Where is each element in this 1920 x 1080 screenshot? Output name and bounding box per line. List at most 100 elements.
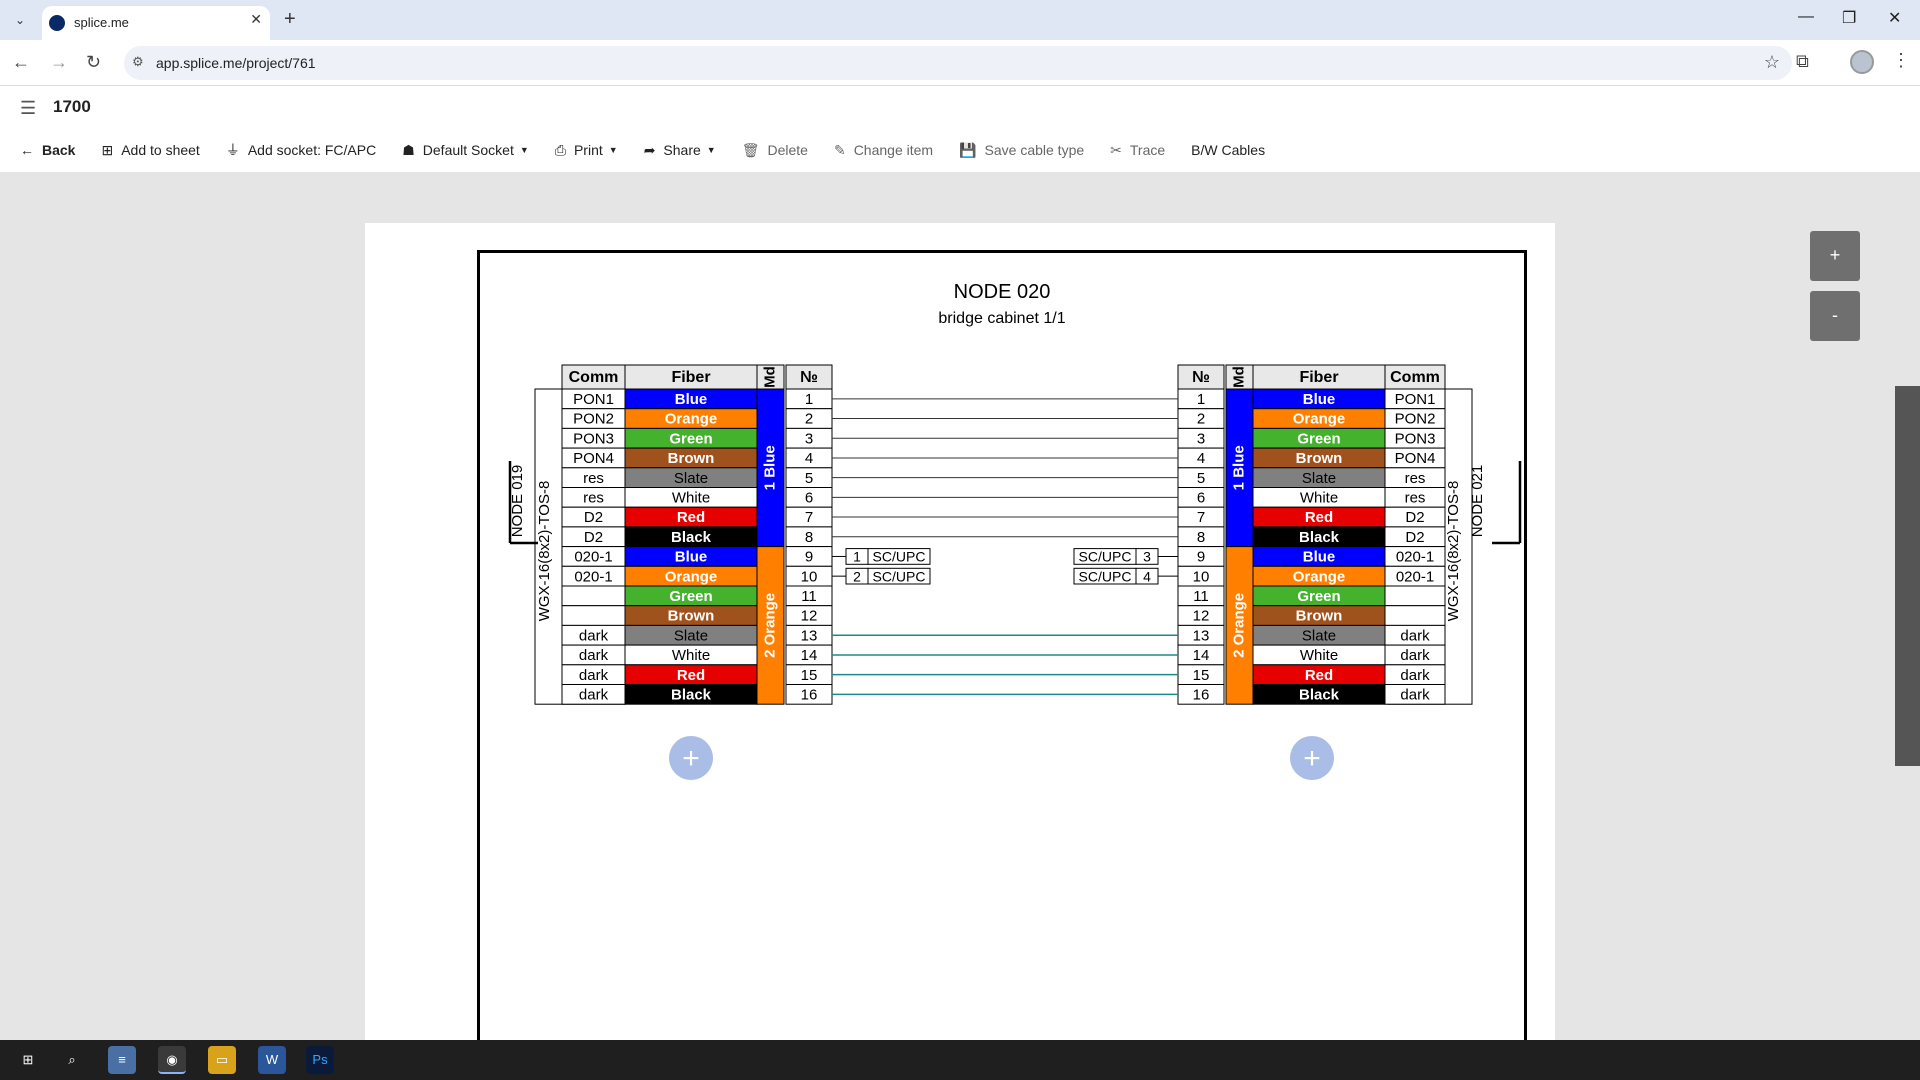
change-item-button[interactable]: ✎ Change item: [834, 142, 933, 159]
caret-down-icon: ▼: [706, 145, 716, 155]
fiber-number: 12: [1193, 608, 1210, 625]
share-dropdown[interactable]: ➦ Share ▼: [644, 142, 716, 159]
column-header: Fiber: [1299, 369, 1338, 386]
windows-start-icon[interactable]: ⊞: [14, 1046, 42, 1074]
comm-label: dark: [579, 647, 609, 664]
socket-type: SC/UPC: [873, 549, 926, 565]
fiber-label: Orange: [665, 568, 718, 585]
default-socket-dropdown[interactable]: ☗ Default Socket ▼: [402, 142, 529, 159]
comm-label: PON1: [573, 391, 614, 408]
url-text[interactable]: app.splice.me/project/761: [156, 55, 316, 71]
comm-cell: [561, 605, 626, 626]
trace-button[interactable]: ✂ Trace: [1110, 142, 1165, 159]
fiber-label: Green: [1297, 430, 1340, 447]
fiber-label: Blue: [675, 391, 708, 408]
close-icon[interactable]: ✕: [250, 11, 262, 28]
zoom-in-button[interactable]: +: [1810, 231, 1860, 281]
save-cable-type-button[interactable]: 💾 Save cable type: [959, 142, 1084, 159]
fiber-label: Brown: [1296, 450, 1343, 467]
add-to-sheet-button[interactable]: ⊞ Add to sheet: [101, 142, 199, 159]
fiber-label: Brown: [1296, 608, 1343, 625]
fiber-label: Red: [1305, 667, 1333, 684]
comm-label: dark: [579, 667, 609, 684]
browser-tab-strip: ⌄ splice.me ✕ + — ❐ ✕: [0, 0, 1920, 40]
comm-label: dark: [1400, 687, 1430, 704]
node-label: NODE 021: [1469, 465, 1486, 538]
fiber-number: 7: [805, 509, 813, 526]
photoshop-icon[interactable]: Ps: [306, 1046, 334, 1074]
zoom-out-button[interactable]: -: [1810, 291, 1860, 341]
notepad-icon[interactable]: ≡: [108, 1046, 136, 1074]
fiber-label: Orange: [665, 411, 718, 428]
column-header: №: [1192, 369, 1210, 386]
fiber-label: Slate: [1302, 627, 1336, 644]
chevron-down-icon[interactable]: ⌄: [8, 9, 32, 31]
trash-icon: 🗑: [741, 141, 760, 158]
delete-label: Delete: [767, 142, 808, 158]
socket-type: SC/UPC: [1079, 549, 1132, 565]
bw-cables-button[interactable]: B/W Cables: [1191, 142, 1265, 158]
address-bar-row: ← → ↻ ⚙ app.splice.me/project/761 ☆ ⧉ ⋮: [0, 40, 1920, 86]
minimize-icon[interactable]: —: [1798, 8, 1814, 26]
more-menu-icon[interactable]: ⋮: [1892, 50, 1910, 71]
forward-arrow-icon[interactable]: →: [50, 52, 68, 73]
bookmark-star-icon[interactable]: ☆: [1764, 52, 1780, 73]
word-icon[interactable]: W: [258, 1046, 286, 1074]
avatar[interactable]: [1850, 50, 1874, 74]
column-header: Comm: [1390, 369, 1440, 386]
back-arrow-icon[interactable]: ←: [12, 52, 30, 73]
comm-label: PON1: [1395, 391, 1436, 408]
print-dropdown[interactable]: ⎙ Print ▼: [555, 142, 618, 159]
cable-icon: ☰: [20, 98, 37, 118]
fiber-label: Slate: [674, 627, 708, 644]
fiber-number: 14: [1193, 647, 1210, 664]
scrollbar[interactable]: [1895, 386, 1920, 766]
fiber-number: 11: [1193, 588, 1209, 605]
fiber-number: 1: [1197, 391, 1205, 408]
site-favicon-icon: [49, 15, 65, 31]
comm-label: res: [583, 470, 604, 487]
diagram-title: NODE 020: [954, 281, 1051, 303]
fiber-label: Black: [1299, 529, 1340, 546]
delete-button[interactable]: 🗑 Delete: [742, 142, 808, 159]
splice-diagram: NODE 020 bridge cabinet 1/1 NODE 019 WGX-16…: [508, 281, 1522, 780]
app-header: ☰ 1700 ← Back ⊞ Add to sheet ⏚ Add socke…: [0, 86, 1920, 172]
fiber-number: 10: [801, 568, 818, 585]
fiber-label: Black: [671, 687, 712, 704]
printer-icon: ⎙: [554, 141, 566, 158]
fiber-label: Black: [671, 529, 712, 546]
extensions-icon[interactable]: ⧉: [1796, 51, 1809, 72]
comm-label: dark: [1400, 667, 1430, 684]
reload-icon[interactable]: ↻: [86, 52, 101, 73]
save-cable-type-label: Save cable type: [984, 142, 1085, 158]
fiber-number: 15: [1193, 667, 1210, 684]
comm-label: res: [583, 490, 604, 507]
browser-tab[interactable]: splice.me ✕: [42, 6, 270, 40]
fiber-number: 8: [1197, 529, 1205, 546]
address-bar[interactable]: ⚙ app.splice.me/project/761 ☆: [124, 46, 1792, 80]
fiber-number: 3: [805, 430, 813, 447]
comm-label: 020-1: [1396, 568, 1434, 585]
chrome-icon[interactable]: ◉: [158, 1046, 186, 1074]
fiber-number: 9: [805, 549, 813, 566]
folder-icon[interactable]: ▭: [208, 1046, 236, 1074]
fiber-number: 6: [1197, 490, 1205, 507]
comm-cell: [1384, 585, 1446, 607]
comm-label: dark: [1400, 627, 1430, 644]
site-info-icon[interactable]: ⚙: [132, 54, 144, 70]
socket-number: 3: [1143, 549, 1151, 565]
comm-label: PON3: [1395, 430, 1436, 447]
add-to-sheet-label: Add to sheet: [121, 142, 200, 158]
column-header: Fiber: [671, 369, 710, 386]
plus-icon[interactable]: +: [284, 8, 296, 31]
search-icon[interactable]: ⌕: [58, 1046, 86, 1074]
comm-label: dark: [579, 627, 609, 644]
back-button[interactable]: ← Back: [20, 142, 75, 158]
restore-icon[interactable]: ❐: [1842, 8, 1856, 28]
add-socket-button[interactable]: ⏚ Add socket: FC/APC: [226, 140, 376, 160]
close-window-icon[interactable]: ✕: [1888, 8, 1901, 28]
arrow-left-icon: ←: [20, 142, 34, 158]
comm-cell: [1384, 605, 1446, 626]
comm-label: 020-1: [574, 549, 612, 566]
back-label: Back: [42, 142, 76, 158]
